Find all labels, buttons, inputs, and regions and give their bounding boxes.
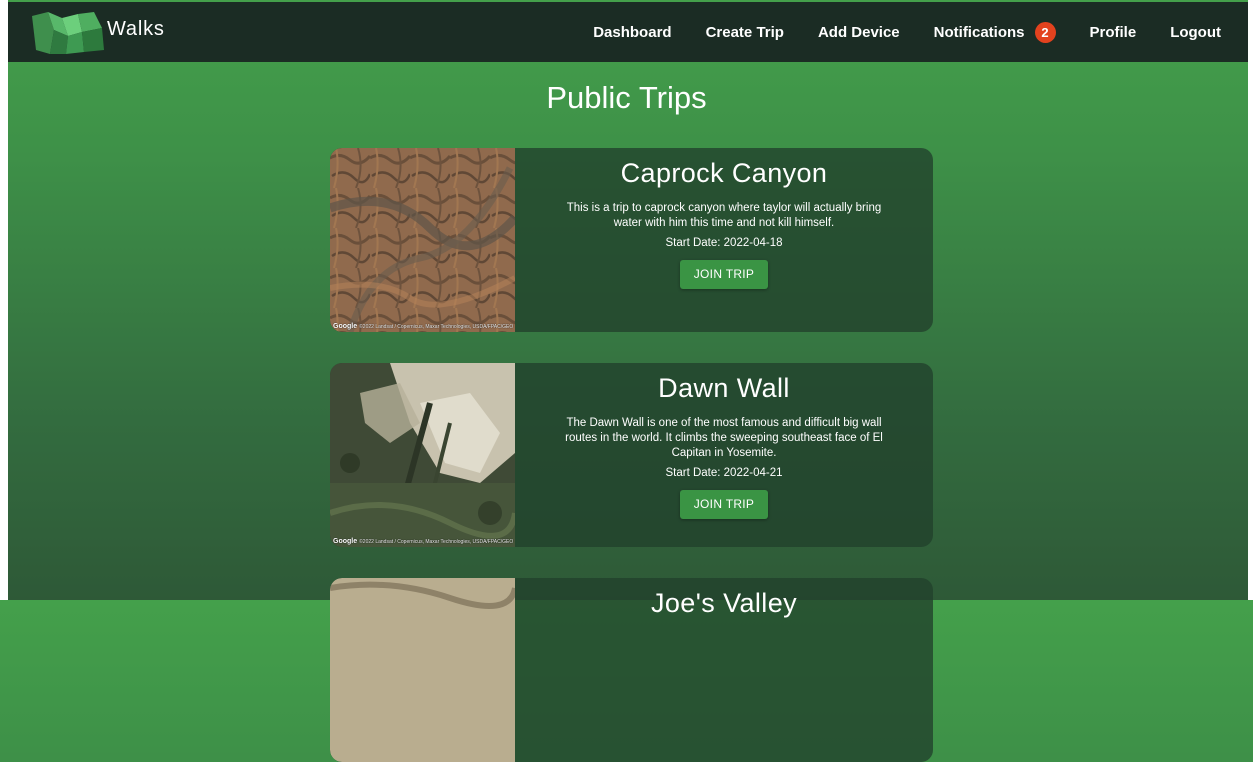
brand-name[interactable]: Walks: [107, 18, 165, 41]
nav-create-trip-link[interactable]: Create Trip: [706, 24, 784, 41]
nav-dashboard-label: Dashboard: [593, 23, 672, 41]
nav-add-device-label: Add Device: [817, 23, 900, 41]
trip-start-date: Start Date: 2022-04-18: [665, 237, 783, 249]
nav-logout-label: Logout: [1170, 23, 1221, 41]
trip-description: This is a trip to caprock canyon where t…: [566, 202, 882, 229]
join-trip-button[interactable]: JOIN TRIP: [679, 260, 769, 289]
trip-card: Google ©2022 Landsat / Copernicus, Maxar …: [330, 148, 933, 332]
nav-links: Dashboard Create Trip Add Device Notific…: [593, 2, 1248, 62]
trip-start-date: Start Date: 2022-04-21: [665, 467, 783, 479]
google-logo: Google: [333, 538, 358, 545]
map-credit: ©2022 Landsat / Copernicus, Maxar Techno…: [359, 539, 514, 545]
trip-card: Google ©2022 Landsat / Copernicus, Maxar …: [330, 363, 933, 547]
trip-name: Dawn Wall: [658, 373, 790, 403]
walks-logo-icon[interactable]: [32, 10, 104, 56]
page-title: Public Trips: [546, 80, 707, 115]
map-attribution: Google ©2022 Landsat / Copernicus, Maxar …: [333, 323, 513, 330]
trip-details: Caprock Canyon This is a trip to caprock…: [515, 148, 933, 332]
google-logo: Google: [333, 323, 358, 330]
trip-map-image: Google ©2022 Landsat / Copernicus, Maxar …: [330, 148, 515, 332]
trip-name: Caprock Canyon: [620, 158, 828, 188]
trip-map-image: Google ©2022 Landsat / Copernicus, Maxar …: [330, 363, 515, 547]
nav-profile-link[interactable]: Profile: [1090, 24, 1137, 41]
trip-details: Dawn Wall The Dawn Wall is one of the mo…: [515, 363, 933, 547]
map-attribution: Google ©2022 Landsat / Copernicus, Maxar …: [333, 538, 513, 545]
trip-card: Joe's Valley: [330, 578, 933, 762]
nav-dashboard-link[interactable]: Dashboard: [593, 24, 671, 41]
nav-notifications-label: Notifications: [933, 23, 1025, 41]
nav-logout-link[interactable]: Logout: [1170, 24, 1221, 41]
trip-description: The Dawn Wall is one of the most famous …: [565, 417, 883, 459]
nav-add-device-link[interactable]: Add Device: [818, 24, 900, 41]
trip-map-image: [330, 578, 515, 762]
nav-notifications-link[interactable]: Notifications 2: [933, 21, 1056, 43]
trip-details: Joe's Valley: [515, 578, 933, 762]
nav-create-trip-label: Create Trip: [705, 23, 784, 41]
top-navbar: Walks Dashboard Create Trip Add Device N…: [8, 2, 1248, 62]
map-credit: ©2022 Landsat / Copernicus, Maxar Techno…: [359, 324, 514, 330]
notification-count-badge: 2: [1034, 21, 1056, 43]
nav-profile-label: Profile: [1089, 23, 1137, 41]
trip-name: Joe's Valley: [650, 588, 798, 618]
join-trip-button[interactable]: JOIN TRIP: [679, 490, 769, 519]
